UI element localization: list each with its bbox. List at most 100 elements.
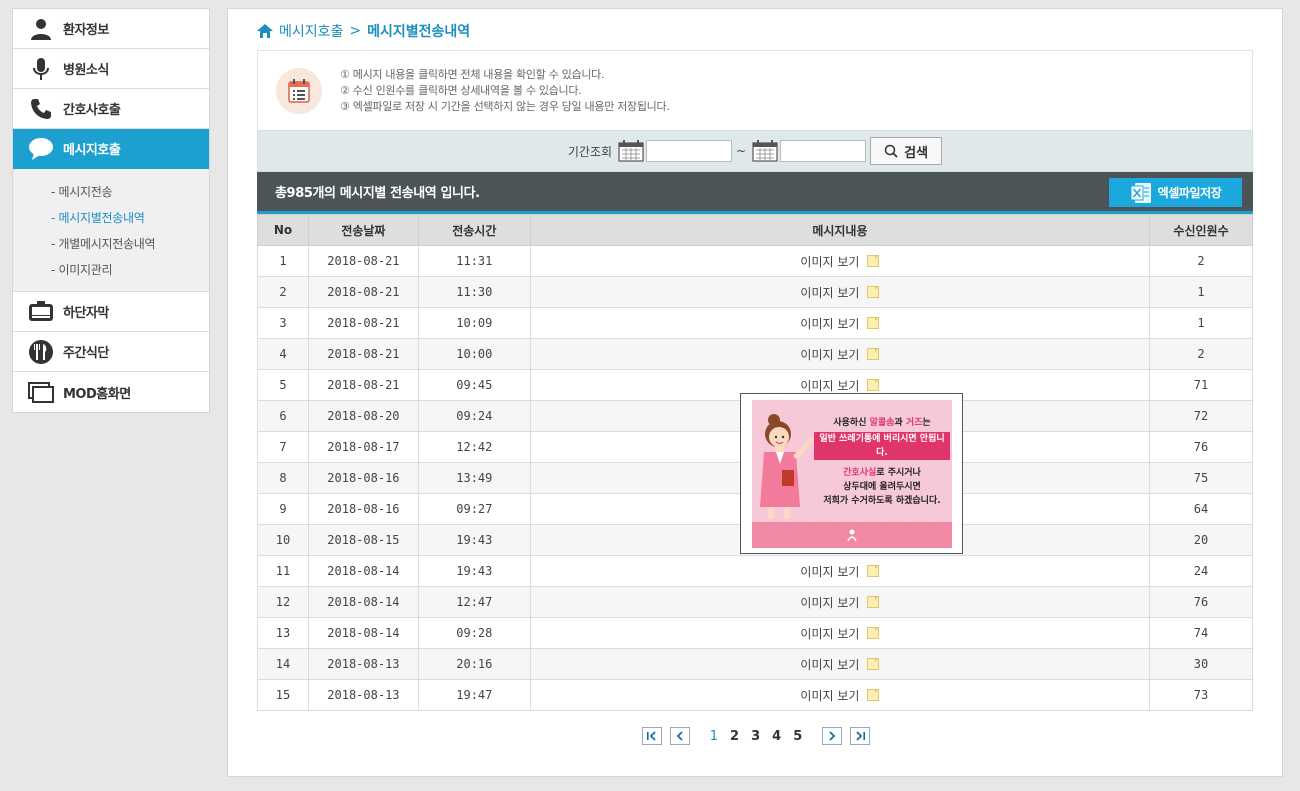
submenu-individual-history[interactable]: - 개별메시지전송내역 [13, 231, 209, 257]
last-page-button[interactable] [850, 727, 871, 745]
next-page-button[interactable] [822, 727, 843, 745]
prev-page-button[interactable] [669, 727, 690, 745]
cell-count[interactable]: 2 [1149, 245, 1253, 277]
cell-count[interactable]: 1 [1149, 307, 1253, 339]
cell-no: 4 [257, 338, 309, 370]
view-image-link[interactable]: 이미지 보기 [800, 563, 880, 580]
sidebar-submenu: - 메시지전송 - 메시지별전송내역 - 개별메시지전송내역 - 이미지관리 [13, 169, 209, 292]
search-button[interactable]: 검색 [870, 137, 943, 165]
cell-time: 12:42 [417, 431, 531, 463]
sidebar: 환자정보 병원소식 간호사호출 메시지호출 - 메시지전송 - 메시지별전송내역… [12, 8, 210, 413]
chevron-left-icon [676, 731, 683, 741]
sidebar-item-mod-home[interactable]: MOD홈화면 [13, 372, 209, 412]
cell-content: 이미지 보기 [529, 555, 1151, 587]
home-icon[interactable] [257, 24, 273, 38]
sidebar-item-label: 간호사호출 [63, 103, 121, 118]
table-row: 1 2018-08-21 11:31 이미지 보기 2 [257, 245, 1253, 277]
page-4[interactable]: 4 [772, 729, 781, 744]
memo-icon [867, 565, 880, 577]
table-header-row: No 전송날짜 전송시간 메시지내용 수신인원수 [257, 214, 1253, 246]
cell-count[interactable]: 64 [1149, 493, 1253, 525]
magnifier-icon [884, 144, 898, 158]
nurse-illustration [760, 414, 814, 519]
cell-count[interactable]: 74 [1149, 617, 1253, 649]
cell-date: 2018-08-21 [307, 307, 419, 339]
info-box: ① 메시지 내용을 클릭하면 전체 내용을 확인할 수 있습니다. ② 수신 인… [257, 50, 1253, 130]
image-preview-popup: 사용하신 알콜솜과 거즈는 일반 쓰레기통에 버리시면 안됩니다. 간호사실로 … [740, 393, 963, 554]
calendar-icon[interactable] [752, 140, 778, 162]
cell-count[interactable]: 30 [1149, 648, 1253, 680]
cell-count[interactable]: 72 [1149, 400, 1253, 432]
submenu-image-manage[interactable]: - 이미지관리 [13, 257, 209, 283]
view-image-link[interactable]: 이미지 보기 [800, 687, 880, 704]
cell-content: 이미지 보기 [529, 648, 1151, 680]
preview-line-2: 일반 쓰레기통에 버리시면 안됩니다. [814, 432, 950, 460]
view-image-link[interactable]: 이미지 보기 [800, 656, 880, 673]
cell-count[interactable]: 24 [1149, 555, 1253, 587]
view-image-link[interactable]: 이미지 보기 [800, 594, 880, 611]
speech-bubble-icon [27, 135, 55, 163]
calendar-icon[interactable] [618, 140, 644, 162]
microphone-icon [27, 55, 55, 83]
breadcrumb-parent[interactable]: 메시지호출 [279, 21, 343, 41]
cell-count[interactable]: 76 [1149, 586, 1253, 618]
cell-time: 11:31 [417, 245, 531, 277]
table-row: 12 2018-08-14 12:47 이미지 보기 76 [257, 586, 1253, 618]
cell-count[interactable]: 76 [1149, 431, 1253, 463]
page-2[interactable]: 2 [730, 729, 739, 744]
submenu-message-history[interactable]: - 메시지별전송내역 [13, 205, 209, 231]
first-page-button[interactable] [641, 727, 662, 745]
cell-date: 2018-08-14 [307, 617, 419, 649]
sidebar-item-subtitle[interactable]: 하단자막 [13, 292, 209, 332]
cell-count[interactable]: 75 [1149, 462, 1253, 494]
cell-content: 이미지 보기 [529, 586, 1151, 618]
cell-count[interactable]: 71 [1149, 369, 1253, 401]
cell-no: 15 [257, 679, 309, 711]
sidebar-item-weekly-menu[interactable]: 주간식단 [13, 332, 209, 372]
sidebar-item-patient-info[interactable]: 환자정보 [13, 9, 209, 49]
cell-no: 13 [257, 617, 309, 649]
cell-count[interactable]: 1 [1149, 276, 1253, 308]
view-image-label: 이미지 보기 [800, 254, 860, 269]
view-image-link[interactable]: 이미지 보기 [800, 625, 880, 642]
cell-content: 이미지 보기 [529, 338, 1151, 370]
page-1[interactable]: 1 [710, 729, 718, 744]
excel-save-button[interactable]: 엑셀파일저장 [1109, 178, 1242, 207]
cell-no: 14 [257, 648, 309, 680]
view-image-link[interactable]: 이미지 보기 [800, 377, 880, 394]
table-row: 13 2018-08-14 09:28 이미지 보기 74 [257, 617, 1253, 649]
breadcrumb-current: 메시지별전송내역 [367, 24, 471, 40]
view-image-label: 이미지 보기 [800, 378, 860, 393]
view-image-link[interactable]: 이미지 보기 [800, 346, 880, 363]
date-from-input[interactable] [646, 140, 733, 162]
view-image-link[interactable]: 이미지 보기 [800, 253, 880, 270]
date-to-input[interactable] [780, 140, 867, 162]
cell-date: 2018-08-14 [307, 586, 419, 618]
view-image-link[interactable]: 이미지 보기 [800, 315, 880, 332]
cell-count[interactable]: 73 [1149, 679, 1253, 711]
cell-time: 11:30 [417, 276, 531, 308]
sidebar-item-message-call[interactable]: 메시지호출 [13, 129, 209, 169]
page-5[interactable]: 5 [793, 729, 802, 744]
cell-time: 20:16 [417, 648, 531, 680]
view-image-label: 이미지 보기 [800, 285, 860, 300]
cell-no: 7 [257, 431, 309, 463]
sidebar-item-hospital-news[interactable]: 병원소식 [13, 49, 209, 89]
submenu-message-send[interactable]: - 메시지전송 [13, 179, 209, 205]
excel-save-label: 엑셀파일저장 [1157, 186, 1222, 200]
view-image-label: 이미지 보기 [800, 626, 860, 641]
preview-line-4: 상두대에 올려두시면 [843, 482, 921, 492]
cell-count[interactable]: 2 [1149, 338, 1253, 370]
view-image-link[interactable]: 이미지 보기 [800, 284, 880, 301]
cell-date: 2018-08-21 [307, 369, 419, 401]
last-page-icon [856, 731, 866, 741]
col-header-time: 전송시간 [417, 214, 531, 246]
cell-count[interactable]: 20 [1149, 524, 1253, 556]
pagination: 1 2 3 4 5 [228, 727, 1284, 745]
sidebar-item-nurse-call[interactable]: 간호사호출 [13, 89, 209, 129]
summary-bar: 총985개의 메시지별 전송내역 입니다. 엑셀파일저장 [257, 172, 1253, 214]
excel-icon [1130, 182, 1151, 203]
view-image-label: 이미지 보기 [800, 347, 860, 362]
page-3[interactable]: 3 [751, 729, 760, 744]
cell-time: 09:24 [417, 400, 531, 432]
